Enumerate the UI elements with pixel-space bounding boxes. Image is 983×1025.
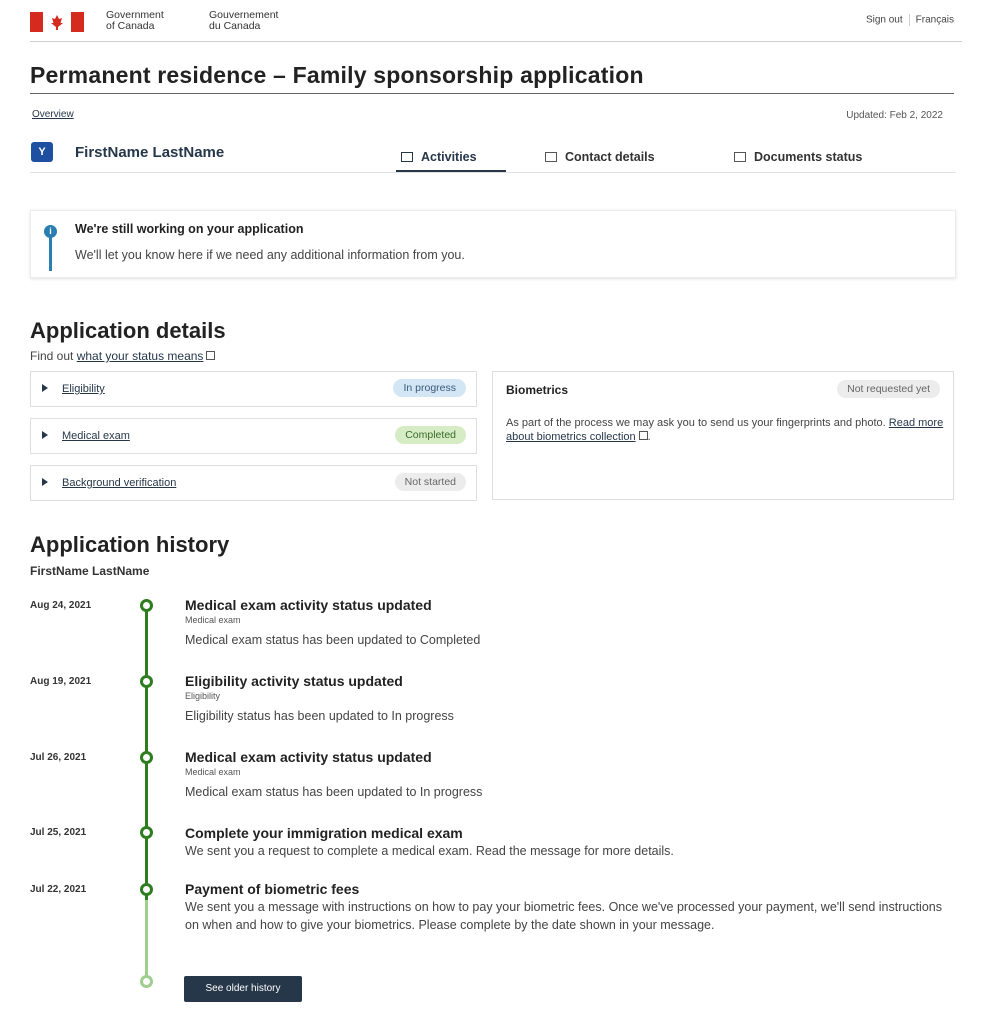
timeline-node [140, 826, 153, 839]
tab-documents-status[interactable]: Documents status [734, 150, 862, 164]
timeline-node [140, 883, 153, 896]
title-divider [30, 93, 954, 94]
history-subtitle: Medical exam [185, 615, 241, 625]
timeline-end-node [140, 975, 153, 988]
updated-date: Updated: Feb 2, 2022 [846, 110, 943, 121]
language-toggle-link[interactable]: Français [916, 15, 954, 26]
find-out-prefix: Find out [30, 349, 77, 363]
tab-contact-details[interactable]: Contact details [545, 150, 655, 164]
application-details-heading: Application details [30, 318, 226, 343]
history-description: Medical exam status has been updated to … [185, 785, 483, 799]
accordion-label[interactable]: Eligibility [62, 383, 105, 395]
timeline-node [140, 675, 153, 688]
info-icon: i [44, 225, 57, 238]
history-applicant-name: FirstName LastName [30, 564, 150, 578]
history-title: Medical exam activity status updated [185, 749, 432, 765]
canada-flag-icon [30, 12, 84, 32]
history-subtitle: Medical exam [185, 767, 241, 777]
sign-out-link[interactable]: Sign out [866, 15, 903, 26]
status-badge: In progress [393, 379, 466, 397]
history-date: Jul 22, 2021 [30, 884, 87, 895]
biometrics-suffix: . [647, 431, 651, 443]
expand-arrow-icon [42, 431, 48, 439]
history-title: Payment of biometric fees [185, 881, 360, 897]
timeline-line-faded [145, 900, 148, 980]
biometrics-text: As part of the process we may ask you to… [506, 417, 889, 429]
tab-contact-details-label: Contact details [565, 150, 655, 164]
history-description: Eligibility status has been updated to I… [185, 709, 454, 723]
info-title: We're still working on your application [75, 222, 304, 236]
history-date: Jul 25, 2021 [30, 827, 87, 838]
page-title: Permanent residence – Family sponsorship… [30, 62, 644, 88]
tab-activities-label: Activities [421, 150, 477, 164]
biometrics-card: Biometrics Not requested yet As part of … [492, 371, 954, 500]
gov-en-line2: of Canada [106, 20, 155, 32]
external-link-icon [206, 351, 216, 360]
accordion-medical-exam[interactable]: Medical exam Completed [30, 418, 477, 454]
application-history-heading: Application history [30, 532, 230, 557]
tab-documents-status-label: Documents status [754, 150, 863, 164]
documents-icon [734, 152, 746, 162]
history-title: Eligibility activity status updated [185, 673, 403, 689]
applicant-name: FirstName LastName [75, 144, 225, 161]
info-text: We'll let you know here if we need any a… [75, 248, 465, 262]
status-meaning-link[interactable]: what your status means [77, 349, 204, 363]
gov-fr-line2: du Canada [209, 20, 261, 32]
site-header: Government of Canada Gouvernement du Can… [30, 8, 962, 42]
history-description: We sent you a message with instructions … [185, 900, 942, 932]
gouvernement-du-canada-label: Gouvernement du Canada [209, 10, 278, 32]
history-title: Complete your immigration medical exam [185, 825, 463, 841]
accordion-label[interactable]: Background verification [62, 477, 176, 489]
header-links: Sign out Français [866, 14, 954, 26]
status-badge: Not started [394, 473, 466, 491]
tabs-divider [30, 172, 956, 173]
biometrics-status-badge: Not requested yet [837, 380, 940, 398]
timeline-node [140, 751, 153, 764]
external-link-icon [638, 431, 648, 440]
expand-arrow-icon [42, 478, 48, 486]
government-of-canada-label: Government of Canada [106, 10, 164, 32]
overview-breadcrumb-link[interactable]: Overview [32, 109, 74, 120]
accordion-label[interactable]: Medical exam [62, 430, 130, 442]
history-description: We sent you a request to complete a medi… [185, 844, 674, 858]
history-subtitle: Eligibility [185, 691, 221, 701]
accordion-background-verification[interactable]: Background verification Not started [30, 465, 477, 501]
history-date: Aug 24, 2021 [30, 600, 92, 611]
status-info-alert: i We're still working on your applicatio… [30, 210, 956, 278]
timeline-node [140, 599, 153, 612]
history-date: Jul 26, 2021 [30, 752, 87, 763]
contact-card-icon [545, 152, 557, 162]
history-date: Aug 19, 2021 [30, 676, 92, 687]
tab-activities[interactable]: Activities [401, 150, 477, 164]
avatar: Y [31, 142, 53, 162]
activities-icon [401, 152, 413, 162]
history-description: Medical exam status has been updated to … [185, 633, 481, 647]
biometrics-title: Biometrics [506, 383, 569, 397]
status-meaning-line: Find out what your status means [30, 349, 216, 363]
history-title: Medical exam activity status updated [185, 597, 432, 613]
biometrics-description: As part of the process we may ask you to… [506, 416, 946, 444]
status-badge: Completed [395, 426, 466, 444]
see-older-history-button[interactable]: See older history [184, 976, 302, 1002]
header-divider [908, 14, 910, 26]
expand-arrow-icon [42, 384, 48, 392]
accordion-eligibility[interactable]: Eligibility In progress [30, 371, 477, 407]
